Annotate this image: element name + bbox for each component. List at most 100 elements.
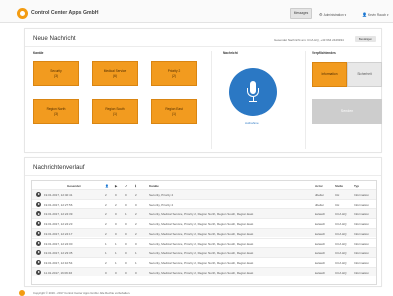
play-icon[interactable] [36,269,41,275]
table-row[interactable]: 19.01.2017, 12:24:00 1 1 0 0 Security, Medica… [32,237,376,248]
cell-place: CH [335,193,340,197]
channel-count: (1) [113,112,117,116]
table-row[interactable]: 19.01.2017, 12:24:39 2 0 1 2 Security, Medica… [32,208,376,219]
cell-d: 2 [135,193,137,197]
nav-messages-button[interactable]: Messages [290,8,312,19]
nav-user-menu[interactable]: 👤Kevin Rauch ▾ [362,12,389,17]
cell-a: 1 [105,241,107,246]
cell-c: 0 [125,251,127,256]
channel-name: Security [50,69,62,73]
cell-b: 0 [115,222,117,227]
play-icon[interactable] [36,259,41,265]
cell-channels: Security, Medical Service, Priority 2, R… [149,222,254,227]
footer: Copyright © 2016 - 2017 Control Center A… [0,289,393,296]
table-header: Gesendet 👤 ▶ ✓ ℹ Kanäle Actor Stelle Typ [32,181,376,189]
cell-b: 1 [115,241,117,246]
cell-place: CCA HQ [335,260,347,265]
table-row[interactable]: 11.01.2017, 16:06:46 0 0 0 0 Security, Medica… [32,266,376,277]
cell-d: 0 [135,202,137,207]
cell-a: 2 [105,222,107,227]
record-microphone-button[interactable] [229,68,277,116]
cell-place: CCA HQ [335,222,347,227]
col-sent-header[interactable]: Gesendet [67,184,81,188]
cell-date: 19.01.2017, 12:24:23 [44,222,73,227]
col-type-header[interactable]: Typ [354,184,359,188]
person-icon: 👤 [105,183,109,188]
nav-administration-menu[interactable]: ⚙Administration ▾ [319,12,346,17]
cell-c: 0 [125,231,127,236]
table-row[interactable]: 19.01.2017, 12:24:23 2 0 0 2 Security, Medica… [32,218,376,228]
channel-name: Priority 2 [167,69,181,73]
cell-type: Information [354,251,370,256]
cell-date: 19.01.2017, 12:24:17 [44,231,73,236]
priority-security-toggle[interactable]: Sicherheit [347,62,382,87]
col-channels-header[interactable]: Kanäle [149,184,159,188]
channel-count: (6) [113,74,117,78]
cell-date: 19.01.2017, 12:27:56 [44,202,73,207]
cell-c: 0 [125,241,127,246]
cell-actor: kelasch [315,241,326,246]
cell-a: 2 [105,193,107,197]
new-message-panel: Neue Nachricht Gesendet Nachricht am: CC… [24,28,382,153]
channels-label: Kanäle [33,51,44,55]
play-icon[interactable] [36,221,41,227]
play-icon[interactable] [36,230,41,236]
table-row[interactable]: 19.01.2017, 12:27:56 2 2 0 0 Security, Priori… [32,198,376,209]
brand-name[interactable]: Control Center Apps GmbH [31,10,99,16]
cell-date: 11.01.2017, 16:06:46 [44,270,73,275]
message-history-panel: Nachrichtenverlauf Gesendet 👤 ▶ ✓ ℹ Kanä… [24,157,382,287]
play-icon[interactable] [36,250,41,256]
play-icon[interactable] [36,201,41,207]
cell-c: 1 [125,212,127,217]
cell-channels: Security, Medical Service, Priority 2, R… [149,241,254,246]
check-icon: ✓ [125,183,128,188]
cell-channels: Security, Medical Service, Priority 2, R… [149,270,254,275]
play-icon[interactable] [36,211,41,217]
divider [25,46,381,47]
top-navbar: Control Center Apps GmbH Messages ⚙Admin… [0,0,393,23]
confirm-badge[interactable]: Bestätigen [355,36,376,42]
cell-actor: kelasch [315,270,326,275]
cell-a: 1 [105,251,107,256]
cell-channels: Security, Medical Service, Priority 2, R… [149,251,254,256]
cell-place: CH [335,202,340,207]
priority-information-toggle[interactable]: Information [312,62,347,87]
channel-security-button[interactable]: Security (3) [33,61,79,86]
cell-a: 2 [105,231,107,236]
cell-b: 0 [115,270,117,275]
cell-b: 0 [115,193,117,197]
cell-c: 0 [125,202,127,207]
cell-place: CCA HQ [335,231,347,236]
send-button[interactable]: Senden [312,99,382,124]
cell-channels: Security, Medical Service, Priority 2, R… [149,212,254,217]
channel-medical-service-button[interactable]: Medical Service (6) [92,61,138,86]
message-label: Nachricht [223,51,238,55]
info-icon: ℹ [135,183,137,188]
cell-c: 0 [125,193,127,197]
col-place-header[interactable]: Stelle [335,184,343,188]
channel-region-north-button[interactable]: Region North (3) [33,99,79,124]
channel-count: (2) [172,74,176,78]
record-label[interactable]: Aufnahme [245,121,259,125]
gear-icon: ⚙ [319,12,323,17]
cell-d: 2 [135,212,137,217]
footer-logo-icon [19,290,25,296]
play-icon[interactable] [36,192,41,197]
cell-a: 2 [105,260,107,265]
cell-a: 0 [105,270,107,275]
table-row[interactable]: 19.01.2017, 12:24:17 2 0 0 2 Security, Medica… [32,227,376,238]
cell-d: 2 [135,231,137,236]
table-row[interactable]: 19.01.2017, 12:23:35 1 1 0 1 Security, Medica… [32,247,376,257]
cell-date: 19.01.2017, 12:40:41 [44,193,73,197]
cell-c: 0 [125,260,127,265]
channel-count: (3) [54,74,58,78]
brand-logo-icon[interactable] [17,8,28,19]
play-icon[interactable] [36,240,41,246]
col-actor-header[interactable]: Actor [315,184,323,188]
table-row[interactable]: 19.01.2017, 12:10:54 2 1 0 1 Security, Medica… [32,256,376,267]
table-row[interactable]: 19.01.2017, 12:40:41 2 0 0 2 Security, Priori… [32,189,376,199]
channel-region-south-button[interactable]: Region South (1) [92,99,138,124]
divider [25,175,381,176]
channel-priority-2-button[interactable]: Priority 2 (2) [151,61,197,86]
channel-region-east-button[interactable]: Region East (1) [151,99,197,124]
